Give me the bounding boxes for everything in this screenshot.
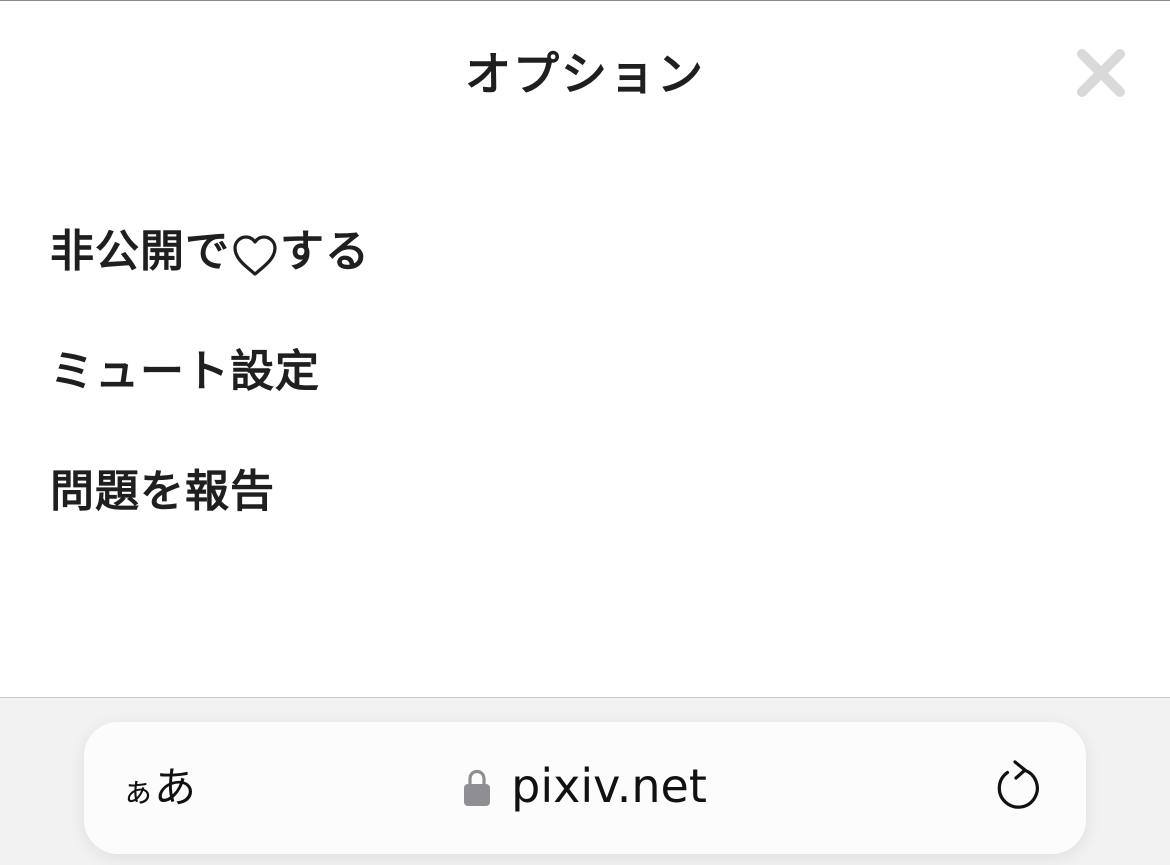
heart-outline-icon [233,235,277,276]
sheet-title: オプション [465,47,705,101]
private-like-suffix: する [280,226,370,277]
options-menu: 非公開で する ミュート設定 問題を報告 [50,222,1120,582]
lock-icon [464,769,491,806]
reload-button[interactable] [994,758,1044,814]
close-icon [1077,49,1125,97]
menu-item-label: 非公開で する [50,222,370,282]
menu-item-private-like[interactable]: 非公開で する [50,222,1120,342]
url-display[interactable]: pixiv.net [84,756,1086,816]
sheet-header: オプション [0,0,1170,145]
menu-item-mute-settings[interactable]: ミュート設定 [50,342,1120,462]
reload-icon [997,760,1039,809]
url-text: pixiv.net [511,759,707,813]
browser-toolbar: ぁあ pixiv.net [0,697,1170,865]
address-bar[interactable]: ぁあ pixiv.net [84,722,1086,854]
private-like-prefix: 非公開で [50,226,230,277]
menu-item-label: 問題を報告 [50,466,275,517]
options-page: オプション 非公開で する ミュート設定 問題を報告 ぁあ pixiv.net [0,0,1170,865]
close-button[interactable] [1074,46,1128,100]
menu-item-report-problem[interactable]: 問題を報告 [50,462,1120,582]
menu-item-label: ミュート設定 [50,346,320,397]
